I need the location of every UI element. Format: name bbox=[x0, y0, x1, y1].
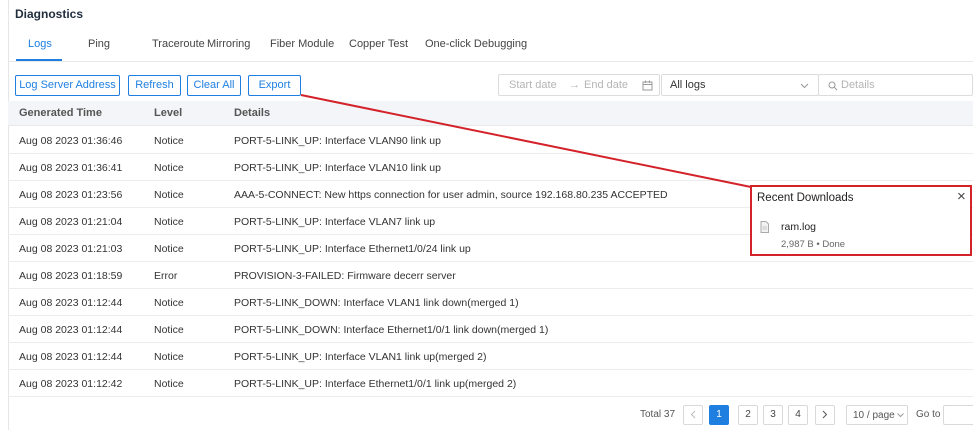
recent-downloads-title: Recent Downloads bbox=[757, 192, 854, 204]
recent-downloads-popup: Recent Downloads × ram.log 2,987 B • Don… bbox=[750, 185, 972, 256]
close-icon[interactable]: × bbox=[957, 188, 966, 205]
download-file-name: ram.log bbox=[781, 221, 817, 233]
download-file-meta: 2,987 B • Done bbox=[781, 239, 846, 250]
file-icon bbox=[760, 221, 769, 233]
download-item[interactable]: ram.log 2,987 B • Done bbox=[752, 210, 970, 254]
